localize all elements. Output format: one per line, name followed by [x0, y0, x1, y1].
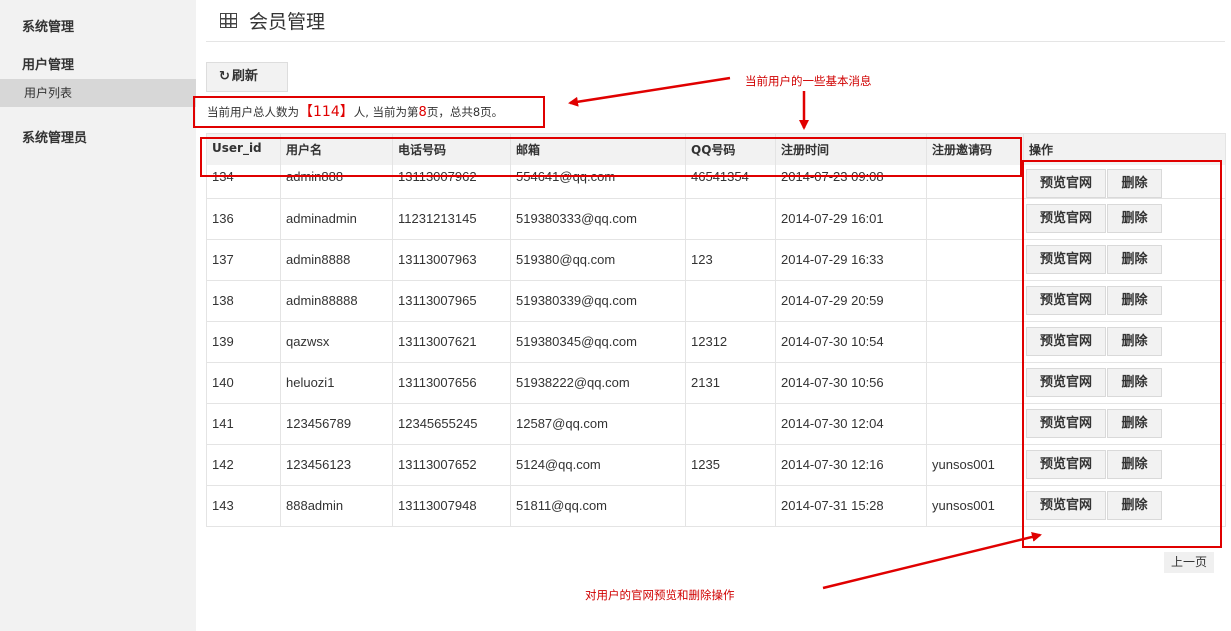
user-summary: 当前用户总人数为【114】人, 当前为第8页，总共8页。 [193, 96, 545, 128]
phone-cell: 13113007652 [392, 443, 511, 485]
operations-highlight-box [1022, 160, 1222, 548]
phone-cell: 13113007963 [392, 238, 511, 280]
page-title: 会员管理 [220, 7, 325, 34]
registered-time-cell: 2014-07-29 20:59 [775, 279, 927, 321]
summary-middle: 人, 当前为第 [353, 105, 419, 119]
username-cell: 123456123 [280, 443, 393, 485]
invite-code-cell: yunsos001 [926, 443, 1024, 485]
user-id-cell: 138 [206, 279, 281, 321]
phone-cell: 13113007621 [392, 320, 511, 362]
user-id-cell: 140 [206, 361, 281, 403]
refresh-icon: ↻ [219, 69, 230, 84]
phone-cell: 11231213145 [392, 197, 511, 239]
current-page-number: 8 [418, 105, 427, 120]
username-cell: admin8888 [280, 238, 393, 280]
phone-cell: 12345655245 [392, 402, 511, 444]
summary-bracket-open: 【 [299, 104, 313, 120]
registered-time-cell: 2014-07-30 12:04 [775, 402, 927, 444]
header-highlight-box [200, 137, 1022, 177]
user-id-cell: 141 [206, 402, 281, 444]
page-title-text: 会员管理 [249, 11, 326, 33]
email-cell: 12587@qq.com [510, 402, 686, 444]
invite-code-cell [926, 238, 1024, 280]
phone-cell: 13113007948 [392, 484, 511, 526]
username-cell: adminadmin [280, 197, 393, 239]
username-cell: admin88888 [280, 279, 393, 321]
invite-code-cell [926, 279, 1024, 321]
refresh-button[interactable]: ↻ 刷新 [206, 62, 288, 92]
registered-time-cell: 2014-07-31 15:28 [775, 484, 927, 526]
username-cell: qazwsx [280, 320, 393, 362]
sidebar-section-users[interactable]: 用户管理 [22, 54, 74, 73]
sidebar-section-system[interactable]: 系统管理 [22, 16, 74, 35]
refresh-label: 刷新 [231, 69, 258, 84]
invite-code-cell [926, 402, 1024, 444]
invite-code-cell [926, 197, 1024, 239]
user-id-cell: 139 [206, 320, 281, 362]
annotation-top-note: 当前用户的一些基本消息 [745, 74, 872, 88]
email-cell: 519380333@qq.com [510, 197, 686, 239]
qq-cell [685, 484, 776, 526]
email-cell: 519380339@qq.com [510, 279, 686, 321]
qq-cell [685, 279, 776, 321]
registered-time-cell: 2014-07-30 10:54 [775, 320, 927, 362]
phone-cell: 13113007965 [392, 279, 511, 321]
title-divider [206, 41, 1225, 42]
username-cell: 888admin [280, 484, 393, 526]
qq-cell [685, 402, 776, 444]
total-users-count: 114 [313, 104, 340, 120]
username-cell: 123456789 [280, 402, 393, 444]
sidebar: 系统管理 用户管理 用户列表 系统管理员 [0, 0, 196, 631]
email-cell: 519380345@qq.com [510, 320, 686, 362]
email-cell: 5124@qq.com [510, 443, 686, 485]
qq-cell: 1235 [685, 443, 776, 485]
summary-prefix: 当前用户总人数为 [207, 105, 299, 119]
registered-time-cell: 2014-07-30 12:16 [775, 443, 927, 485]
qq-cell [685, 197, 776, 239]
user-id-cell: 136 [206, 197, 281, 239]
invite-code-cell [926, 320, 1024, 362]
user-id-cell: 137 [206, 238, 281, 280]
username-cell: heluozi1 [280, 361, 393, 403]
table-icon [220, 13, 237, 28]
sidebar-item-user-list[interactable]: 用户列表 [0, 79, 196, 107]
invite-code-cell [926, 361, 1024, 403]
registered-time-cell: 2014-07-30 10:56 [775, 361, 927, 403]
summary-bracket-close: 】 [339, 104, 354, 120]
phone-cell: 13113007656 [392, 361, 511, 403]
invite-code-cell: yunsos001 [926, 484, 1024, 526]
qq-cell: 12312 [685, 320, 776, 362]
registered-time-cell: 2014-07-29 16:33 [775, 238, 927, 280]
sidebar-section-admins[interactable]: 系统管理员 [22, 127, 87, 146]
qq-cell: 123 [685, 238, 776, 280]
registered-time-cell: 2014-07-29 16:01 [775, 197, 927, 239]
email-cell: 51938222@qq.com [510, 361, 686, 403]
qq-cell: 2131 [685, 361, 776, 403]
user-id-cell: 142 [206, 443, 281, 485]
user-id-cell: 143 [206, 484, 281, 526]
previous-page-button[interactable]: 上一页 [1164, 552, 1214, 573]
email-cell: 519380@qq.com [510, 238, 686, 280]
summary-suffix: 页，总共8页。 [426, 105, 504, 119]
email-cell: 51811@qq.com [510, 484, 686, 526]
annotation-bottom-note: 对用户的官网预览和删除操作 [585, 588, 735, 602]
